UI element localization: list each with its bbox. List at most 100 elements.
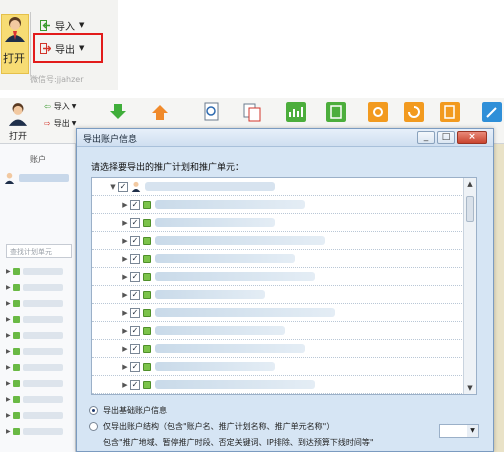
dialog-titlebar[interactable]: 导出账户信息 _ □ × (77, 129, 493, 147)
expand-icon[interactable]: ▶ (120, 381, 130, 389)
checkbox[interactable]: ✓ (130, 253, 140, 264)
checkbox[interactable]: ✓ (118, 181, 128, 192)
tree-plan-row[interactable]: ▶ ✓ (92, 304, 464, 322)
import-label: 导入 (53, 102, 70, 111)
checkbox[interactable]: ✓ (130, 289, 140, 300)
plan-name-blurred (155, 308, 335, 317)
search-input[interactable]: 查找计划单元 (6, 244, 72, 258)
option-dropdown[interactable]: ▼ (439, 424, 479, 438)
checkbox[interactable]: ✓ (130, 361, 140, 372)
close-button[interactable]: × (457, 131, 487, 144)
sidebar-plan-item[interactable]: ▶ (6, 396, 63, 403)
radio-button[interactable] (89, 422, 98, 431)
expand-icon[interactable]: ▶ (120, 291, 130, 299)
import-icon (40, 19, 50, 31)
search-doc-icon[interactable] (202, 102, 222, 122)
plan-icon (12, 428, 20, 435)
sidebar-plan-item[interactable]: ▶ (6, 428, 63, 435)
minimize-button[interactable]: _ (417, 131, 435, 144)
expand-icon[interactable]: ▶ (120, 309, 130, 317)
plan-icon (12, 396, 20, 403)
tree-plan-row[interactable]: ▶ ✓ (92, 268, 464, 286)
checkbox[interactable]: ✓ (130, 199, 140, 210)
checkbox[interactable]: ✓ (130, 271, 140, 282)
checkbox[interactable]: ✓ (130, 343, 140, 354)
download-icon[interactable] (108, 102, 128, 122)
settings-icon[interactable] (368, 102, 388, 122)
checkbox[interactable]: ✓ (130, 307, 140, 318)
plan-icon (12, 316, 20, 323)
sidebar-plan-item[interactable]: ▶ (6, 268, 63, 275)
tree-plan-row[interactable]: ▶ ✓ (92, 232, 464, 250)
tree-plan-row[interactable]: ▶ ✓ (92, 214, 464, 232)
tree-plan-row[interactable]: ▶ ✓ (92, 322, 464, 340)
scroll-down-icon[interactable]: ▼ (464, 382, 476, 394)
plan-name-blurred (22, 300, 63, 307)
user-avatar-icon (5, 17, 25, 42)
expand-icon: ▶ (6, 348, 11, 355)
account-row[interactable] (4, 170, 74, 186)
sidebar-plan-item[interactable]: ▶ (6, 380, 63, 387)
plan-name-blurred (22, 412, 63, 419)
import-button[interactable]: 导入 ▼ (40, 17, 84, 33)
maximize-button[interactable]: □ (437, 131, 455, 144)
option-structure-only[interactable]: 仅导出账户结构（包含"账户名、推广计划名称、推广单元名称"） (89, 421, 334, 432)
sidebar-plan-item[interactable]: ▶ (6, 412, 63, 419)
edit-doc-icon[interactable] (440, 102, 460, 122)
checkbox[interactable]: ✓ (130, 325, 140, 336)
expand-icon[interactable]: ▶ (120, 219, 130, 227)
upload-icon[interactable] (150, 102, 170, 122)
import-button[interactable]: ⇦ 导入 ▼ (44, 101, 76, 112)
plan-name-blurred (155, 290, 265, 299)
tree-plan-row[interactable]: ▶ ✓ (92, 340, 464, 358)
scroll-up-icon[interactable]: ▲ (464, 178, 476, 190)
chart-icon[interactable] (286, 102, 306, 122)
open-button[interactable]: 打开 (8, 102, 30, 142)
plan-name-blurred (22, 316, 63, 323)
plan-icon (143, 362, 151, 371)
option-basic-info[interactable]: 导出基础账户信息 (89, 405, 167, 416)
checkbox[interactable]: ✓ (130, 379, 140, 390)
sidebar-plan-item[interactable]: ▶ (6, 316, 63, 323)
checkbox[interactable]: ✓ (130, 217, 140, 228)
sidebar-plan-item[interactable]: ▶ (6, 364, 63, 371)
plan-icon (12, 332, 20, 339)
expand-icon: ▶ (6, 364, 11, 371)
refresh-icon[interactable] (404, 102, 424, 122)
sidebar-plan-item[interactable]: ▶ (6, 284, 63, 291)
expand-icon[interactable]: ▶ (120, 327, 130, 335)
export-button[interactable]: ⇨ 导出 ▼ (44, 118, 76, 129)
radio-button[interactable] (89, 406, 98, 415)
tree-root-row[interactable]: ▼ ✓ (92, 178, 464, 196)
export-label: 导出 (53, 119, 70, 128)
tree-plan-row[interactable]: ▶ ✓ (92, 286, 464, 304)
tree-plan-row[interactable]: ▶ ✓ (92, 358, 464, 376)
account-name-blurred (19, 174, 69, 182)
checkbox[interactable]: ✓ (130, 235, 140, 246)
import-label: 导入 (55, 21, 75, 33)
expand-icon[interactable]: ▶ (120, 273, 130, 281)
sidebar-plan-item[interactable]: ▶ (6, 300, 63, 307)
tree-plan-row[interactable]: ▶ ✓ (92, 196, 464, 214)
sidebar-plan-item[interactable]: ▶ (6, 348, 63, 355)
plan-name-blurred (22, 380, 63, 387)
expand-icon[interactable]: ▶ (120, 237, 130, 245)
copy-doc-icon[interactable] (242, 102, 262, 122)
expand-icon[interactable]: ▶ (120, 255, 130, 263)
tree-plan-row[interactable]: ▶ ✓ (92, 376, 464, 394)
edit-icon[interactable] (482, 102, 502, 122)
sidebar-plan-item[interactable]: ▶ (6, 332, 63, 339)
chevron-down-icon: ▼ (71, 103, 77, 110)
vertical-scrollbar[interactable]: ▲ ▼ (463, 178, 476, 394)
plan-name-blurred (155, 218, 275, 227)
expand-icon[interactable]: ▶ (120, 201, 130, 209)
report-icon[interactable] (326, 102, 346, 122)
plan-name-blurred (155, 380, 315, 389)
collapse-icon[interactable]: ▼ (108, 183, 118, 191)
scrollbar-thumb[interactable] (466, 196, 474, 222)
watermark: 微信号:jjahzer (30, 75, 84, 84)
expand-icon[interactable]: ▶ (120, 345, 130, 353)
expand-icon[interactable]: ▶ (120, 363, 130, 371)
plan-icon (143, 344, 151, 353)
tree-plan-row[interactable]: ▶ ✓ (92, 250, 464, 268)
